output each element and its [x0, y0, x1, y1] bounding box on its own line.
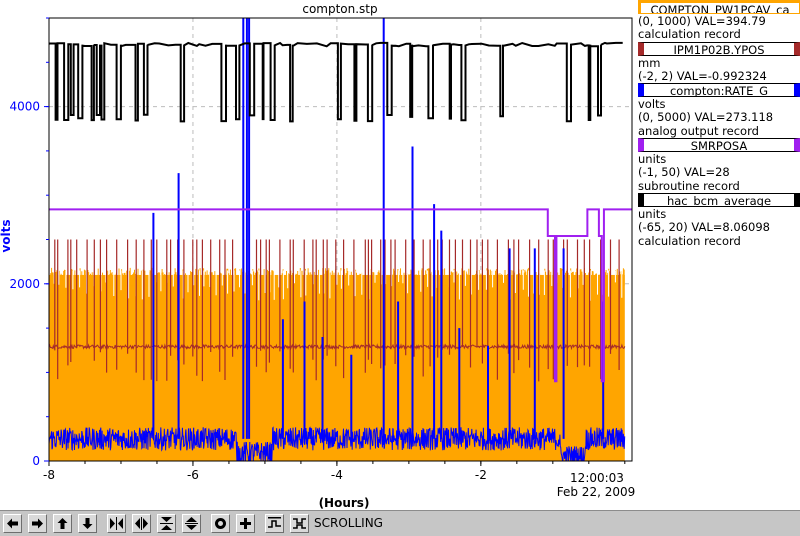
grid-icon	[293, 518, 306, 529]
end-date-label: Feb 22, 2009	[557, 485, 636, 499]
legend-series-name[interactable]: COMPTON_PW1PCAV_ca	[638, 0, 800, 14]
zoom-in-y-button[interactable]	[157, 514, 176, 533]
x-tick-label: -6	[187, 468, 199, 482]
y-axis-label: volts	[0, 219, 13, 252]
legend-type: calculation record	[638, 28, 741, 42]
legend-units: volts	[638, 98, 666, 112]
y-tick-label: 4000	[9, 100, 40, 114]
legend-entry-ipm1p02b[interactable]: IPM1P02B.YPOS mm (-2, 2) VAL=-0.992324	[638, 41, 800, 84]
zoom-out-y-button[interactable]	[182, 514, 201, 533]
legend-range: (-2, 2) VAL=-0.992324	[638, 69, 767, 83]
auto-scale-button[interactable]	[211, 514, 230, 533]
arrow-left-icon	[7, 518, 18, 529]
legend-range: (-1, 50) VAL=28	[638, 166, 730, 180]
x-axis-label: (Hours)	[319, 496, 370, 510]
zoom-out-x-button[interactable]	[132, 514, 151, 533]
x-tick-label: -8	[43, 468, 55, 482]
legend-type: subroutine record	[638, 179, 740, 193]
end-time-label: 12:00:03	[570, 471, 624, 485]
x-tick-label: -4	[331, 468, 343, 482]
legend-series-name[interactable]: IPM1P02B.YPOS	[638, 41, 800, 56]
legend-entry-compton-rate-g[interactable]: compton:RATE_G volts (0, 5000) VAL=273.1…	[638, 83, 800, 138]
legend-range: (0, 1000) VAL=394.79	[638, 15, 766, 28]
x-tick-label: -2	[475, 468, 487, 482]
legend-type: analog output record	[638, 124, 759, 138]
stepped-plot-button[interactable]	[265, 514, 284, 533]
legend-units: units	[638, 207, 667, 221]
scroll-left-button[interactable]	[3, 514, 22, 533]
add-icon	[240, 518, 251, 529]
chart-area: compton.stp volts (Hours) -8 -6 -4 -2 0 2000 4…	[0, 2, 636, 510]
zoom-in-x-button[interactable]	[107, 514, 126, 533]
legend-entry-compton-pw1pcav[interactable]: COMPTON_PW1PCAV_ca (0, 1000) VAL=394.79 …	[638, 0, 800, 42]
legend-series-name[interactable]: hac_bcm_average	[638, 192, 800, 207]
zoom-in-y-icon	[160, 517, 173, 530]
chart-title: compton.stp	[302, 2, 377, 16]
arrow-up-icon	[57, 518, 68, 529]
zoom-out-y-icon	[185, 517, 198, 530]
add-button[interactable]	[236, 514, 255, 533]
arrow-right-icon	[32, 518, 43, 529]
legend-units: units	[638, 153, 667, 167]
scroll-up-button[interactable]	[53, 514, 72, 533]
zoom-in-x-icon	[110, 517, 123, 530]
legend-series-name[interactable]: compton:RATE_G	[638, 83, 800, 98]
y-tick-label: 0	[32, 454, 40, 468]
legend-entry-smrposa[interactable]: SMRPOSA units (-1, 50) VAL=28 subroutine…	[638, 138, 800, 193]
scroll-right-button[interactable]	[28, 514, 47, 533]
stepped-plot-icon	[268, 517, 281, 528]
scroll-down-button[interactable]	[78, 514, 97, 533]
y-tick-label: 2000	[9, 277, 40, 291]
grid-button[interactable]	[290, 514, 309, 533]
zoom-out-x-icon	[135, 517, 148, 530]
series-layer	[49, 18, 632, 461]
legend-range: (-65, 20) VAL=8.06098	[638, 221, 770, 235]
status-label: SCROLLING	[314, 516, 383, 530]
legend-units: mm	[638, 56, 661, 70]
arrow-down-icon	[82, 518, 93, 529]
series-hac-bcm-average	[49, 41, 623, 123]
legend-type: calculation record	[638, 234, 741, 248]
toolbar: SCROLLING	[0, 510, 800, 536]
legend-entry-hac-bcm-average[interactable]: hac_bcm_average units (-65, 20) VAL=8.06…	[638, 192, 800, 248]
legend: COMPTON_PW1PCAV_ca (0, 1000) VAL=394.79 …	[638, 0, 800, 248]
legend-series-name[interactable]: SMRPOSA	[638, 138, 800, 153]
auto-scale-icon	[215, 518, 226, 529]
legend-range: (0, 5000) VAL=273.118	[638, 111, 774, 125]
